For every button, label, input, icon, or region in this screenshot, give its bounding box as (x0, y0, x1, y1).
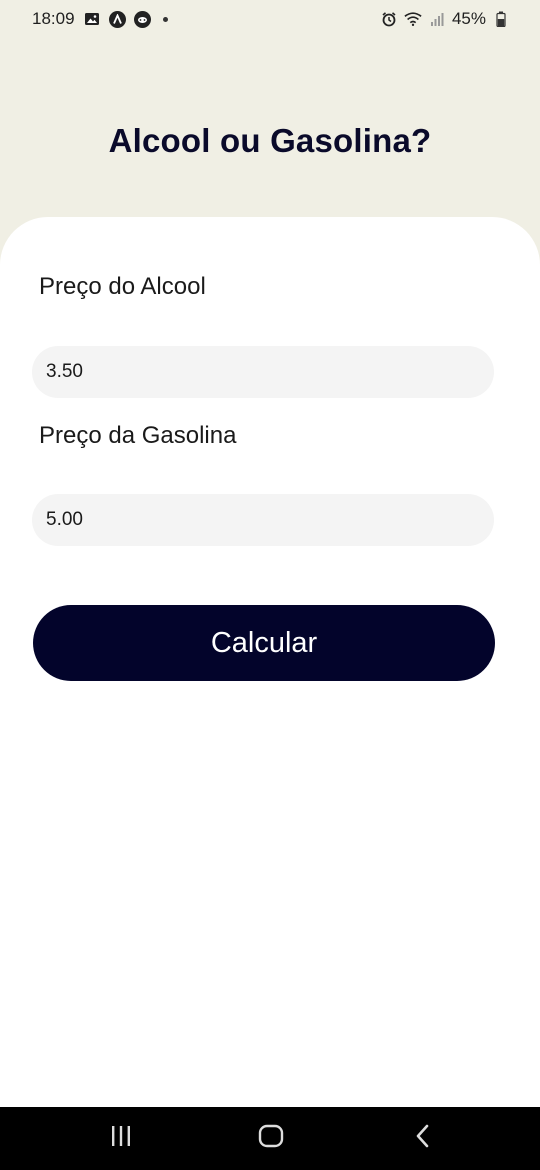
gallery-icon (83, 10, 101, 28)
status-right: 45% (380, 9, 510, 29)
dot-icon (162, 16, 168, 22)
app-icon (108, 10, 126, 28)
status-time: 18:09 (32, 9, 75, 28)
alarm-icon (380, 10, 398, 28)
gasoline-price-input[interactable] (32, 494, 494, 546)
back-button[interactable] (383, 1107, 463, 1170)
recents-button[interactable] (81, 1107, 161, 1170)
wifi-icon (404, 10, 422, 28)
signal-icon (428, 10, 446, 28)
calculate-button[interactable]: Calcular (33, 605, 495, 681)
page-title: Alcool ou Gasolina? (108, 122, 432, 159)
battery-icon (492, 10, 510, 28)
gasoline-price-label: Preço da Gasolina (39, 422, 237, 449)
home-button[interactable] (231, 1107, 311, 1170)
navigation-bar (0, 1107, 540, 1170)
status-bar: 18:09 45% (0, 0, 540, 40)
header: Alcool ou Gasolina? (0, 40, 540, 220)
back-icon (414, 1124, 432, 1153)
form-card: Preço do Alcool Preço da Gasolina Calcul… (0, 217, 540, 1107)
game-icon (133, 10, 151, 28)
alcohol-price-input[interactable] (32, 346, 494, 398)
home-icon (258, 1124, 284, 1153)
recents-icon (109, 1125, 133, 1152)
status-left: 18:09 (32, 9, 168, 29)
battery-percent: 45% (451, 9, 486, 28)
alcohol-price-label: Preço do Alcool (39, 273, 206, 300)
